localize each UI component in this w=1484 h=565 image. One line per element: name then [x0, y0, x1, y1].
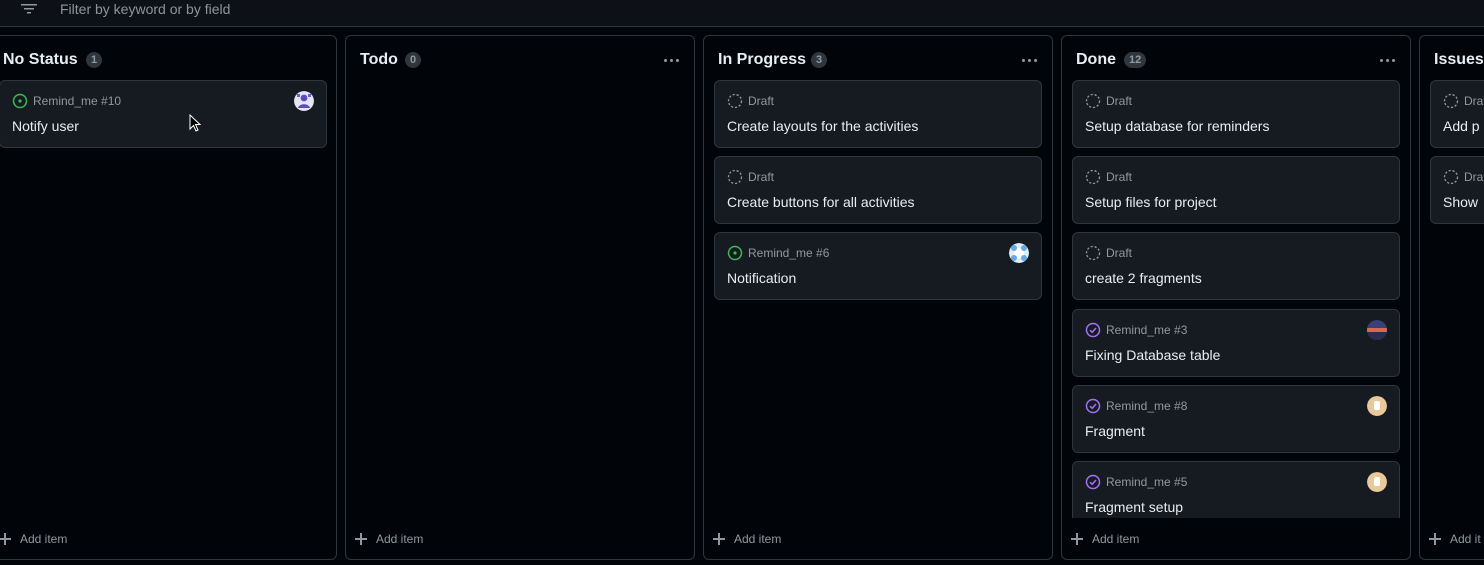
add-item-label: Add item	[376, 532, 424, 546]
card-item[interactable]: Draft Create buttons for all activities	[714, 156, 1042, 224]
card-title[interactable]: create 2 fragments	[1085, 270, 1202, 286]
card-item[interactable]: Draft Setup database for reminders	[1072, 80, 1400, 148]
column-title: Todo	[360, 51, 398, 68]
issue-closed-icon	[1085, 474, 1101, 490]
card-meta: Remind_me #10	[33, 94, 122, 108]
card-meta: Remind_me #6	[748, 246, 830, 260]
card-item[interactable]: Draft Create layouts for the activities	[714, 80, 1042, 148]
card-meta: Draft	[748, 94, 775, 108]
card-title[interactable]: Show	[1443, 194, 1478, 210]
add-item-label: Add item	[1092, 532, 1140, 546]
assignee-avatar[interactable]	[1367, 396, 1387, 416]
column-count-badge: 0	[405, 52, 422, 68]
card-item[interactable]: Draft create 2 fragments	[1072, 232, 1400, 300]
card-item[interactable]: Remind_me #10 Notify user	[0, 80, 327, 148]
card-meta: Draft	[1106, 170, 1133, 184]
column-menu-icon[interactable]	[1376, 50, 1400, 70]
card-title[interactable]: Fixing Database table	[1085, 347, 1220, 363]
column-in-progress: In Progress 3 Draft Create layouts for t…	[703, 35, 1053, 560]
column-count-badge: 3	[811, 52, 828, 68]
card-meta: Draft	[748, 170, 775, 184]
column-header: No Status 1	[0, 50, 336, 70]
card-meta: Draft	[1106, 246, 1133, 260]
column-title: Issues	[1434, 51, 1484, 68]
card-meta: Draf	[1464, 170, 1484, 184]
card-title[interactable]: Fragment setup	[1085, 499, 1183, 515]
draft-icon	[1085, 169, 1101, 185]
assignee-avatar[interactable]	[1367, 320, 1387, 340]
plus-icon	[355, 533, 367, 545]
card-meta: Draf	[1464, 94, 1484, 108]
add-item-button[interactable]: Add item	[713, 531, 781, 547]
filter-input[interactable]	[60, 0, 560, 17]
assignee-avatar[interactable]	[1009, 243, 1029, 263]
add-item-button[interactable]: Add item	[1071, 531, 1139, 547]
column-menu-icon[interactable]	[660, 50, 684, 70]
plus-icon	[1429, 533, 1441, 545]
card-item[interactable]: Draf Add p	[1430, 80, 1484, 148]
card-item[interactable]: Remind_me #8 Fragment	[1072, 385, 1400, 453]
draft-icon	[727, 169, 743, 185]
card-title[interactable]: Setup database for reminders	[1085, 118, 1269, 134]
plus-icon	[713, 533, 725, 545]
column-todo: Todo 0 Add item	[345, 35, 695, 560]
column-header: In Progress 3	[704, 50, 1052, 70]
card-title[interactable]: Add p	[1443, 118, 1480, 134]
issue-closed-icon	[1085, 398, 1101, 414]
issue-closed-icon	[1085, 322, 1101, 338]
plus-icon	[1071, 533, 1083, 545]
card-title[interactable]: Fragment	[1085, 423, 1145, 439]
plus-icon	[0, 533, 11, 545]
assignee-avatar[interactable]	[1367, 472, 1387, 492]
column-no-status: No Status 1 Remind_me #10 Notify user Ad…	[0, 35, 337, 560]
column-header: Done 12	[1062, 50, 1410, 70]
card-meta: Remind_me #3	[1106, 323, 1188, 337]
column-header: Issues	[1420, 50, 1484, 70]
card-title[interactable]: Notify user	[12, 118, 79, 134]
issue-open-icon	[727, 245, 743, 261]
card-item[interactable]: Remind_me #3 Fixing Database table	[1072, 309, 1400, 377]
column-count-badge: 12	[1124, 52, 1147, 68]
assignee-avatar[interactable]	[294, 91, 314, 111]
draft-icon	[1085, 245, 1101, 261]
filter-bar	[0, 0, 1484, 27]
draft-icon	[727, 93, 743, 109]
column-count-badge: 1	[86, 52, 103, 68]
draft-icon	[1085, 93, 1101, 109]
add-item-label: Add item	[734, 532, 782, 546]
add-item-button[interactable]: Add item	[0, 531, 67, 547]
card-meta: Draft	[1106, 94, 1133, 108]
column-header: Todo 0	[346, 50, 694, 70]
column-title: In Progress	[718, 51, 807, 68]
add-item-button[interactable]: Add item	[355, 531, 423, 547]
issue-open-icon	[12, 93, 28, 109]
card-meta: Remind_me #5	[1106, 475, 1188, 489]
card-item[interactable]: Draft Setup files for project	[1072, 156, 1400, 224]
column-menu-icon[interactable]	[1018, 50, 1042, 70]
card-item[interactable]: Remind_me #5 Fragment setup	[1072, 461, 1400, 518]
card-item[interactable]: Draf Show	[1430, 156, 1484, 224]
card-title[interactable]: Create layouts for the activities	[727, 118, 918, 134]
column-done: Done 12 Draft Setup database for reminde…	[1061, 35, 1411, 560]
column-title: Done	[1076, 51, 1116, 68]
card-meta: Remind_me #8	[1106, 399, 1188, 413]
draft-icon	[1443, 93, 1459, 109]
mouse-cursor-icon	[189, 114, 201, 132]
add-item-label: Add it	[1450, 532, 1481, 546]
column-issues: Issues Draf Add p Draf Show Add it	[1419, 35, 1484, 560]
card-title[interactable]: Create buttons for all activities	[727, 194, 915, 210]
add-item-label: Add item	[20, 532, 68, 546]
draft-icon	[1443, 169, 1459, 185]
add-item-button[interactable]: Add it	[1429, 531, 1481, 547]
filter-icon[interactable]	[20, 2, 38, 16]
card-item[interactable]: Remind_me #6 Notification	[714, 232, 1042, 300]
column-title: No Status	[3, 51, 78, 68]
card-title[interactable]: Notification	[727, 270, 796, 286]
card-title[interactable]: Setup files for project	[1085, 194, 1217, 210]
